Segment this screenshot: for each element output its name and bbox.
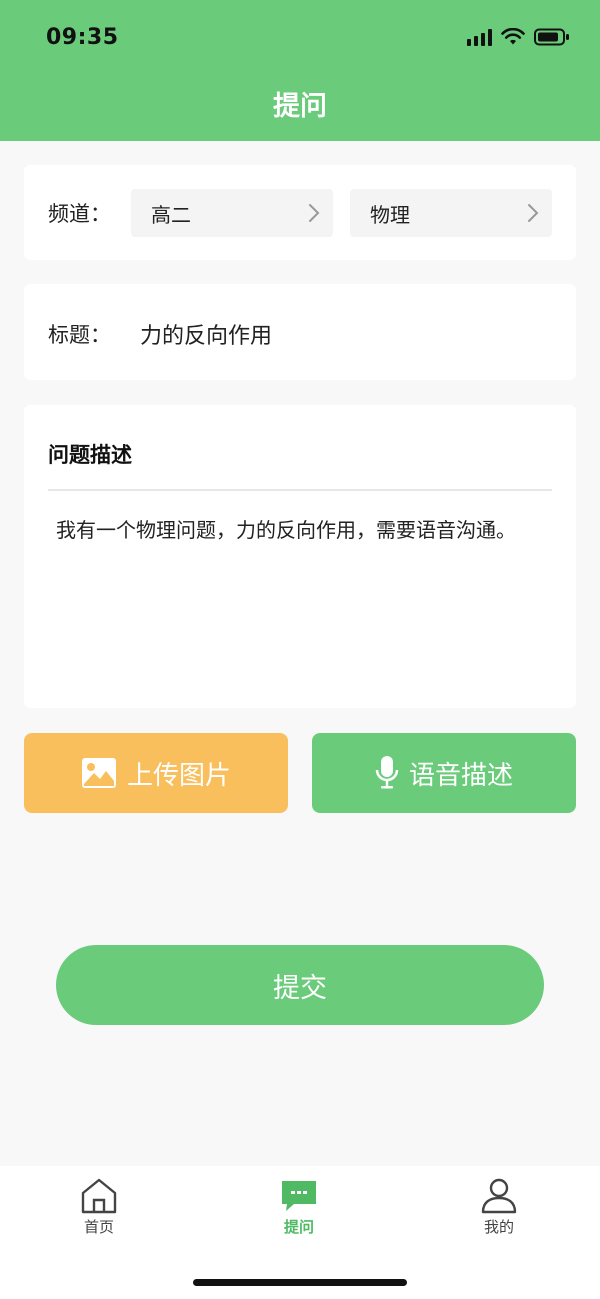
description-card: 问题描述 我有一个物理问题，力的反向作用，需要语音沟通。: [24, 405, 576, 708]
tab-mine[interactable]: 我的: [449, 1178, 549, 1237]
home-icon: [81, 1178, 117, 1214]
channel-label: 频道：: [48, 202, 111, 226]
voice-description-button[interactable]: 语音描述: [312, 733, 576, 813]
subject-picker[interactable]: 物理: [350, 189, 552, 237]
image-icon: [81, 758, 116, 788]
subject-value: 物理: [370, 202, 410, 227]
title-input[interactable]: 力的反向作用: [140, 318, 272, 350]
tab-ask[interactable]: 提问: [249, 1178, 349, 1237]
grade-value: 高二: [151, 202, 191, 227]
chat-icon: [282, 1181, 316, 1211]
chevron-right-icon: [528, 204, 539, 222]
tab-mine-label: 我的: [483, 1218, 514, 1236]
description-heading: 问题描述: [48, 443, 132, 467]
divider: [48, 489, 552, 491]
voice-description-label: 语音描述: [408, 760, 513, 791]
submit-label: 提交: [273, 972, 327, 1004]
microphone-icon: [375, 756, 399, 789]
submit-button[interactable]: 提交: [56, 945, 544, 1025]
battery-icon: [534, 28, 569, 46]
user-icon: [481, 1178, 517, 1214]
status-time: 09:35: [46, 25, 119, 50]
title-card: 标题： 力的反向作用: [24, 284, 576, 380]
chevron-right-icon: [309, 204, 320, 222]
grade-picker[interactable]: 高二: [131, 189, 333, 237]
header: 09:35 提问: [0, 0, 600, 141]
tab-ask-label: 提问: [283, 1218, 314, 1236]
upload-image-button[interactable]: 上传图片: [24, 733, 288, 813]
tab-home-label: 首页: [83, 1218, 114, 1236]
page-title: 提问: [273, 91, 327, 122]
wifi-icon: [501, 28, 525, 45]
status-icons: [467, 28, 570, 46]
home-indicator: [193, 1279, 407, 1286]
signal-icon: [467, 28, 492, 46]
channel-card: 频道： 高二 物理: [24, 165, 576, 260]
description-textarea[interactable]: 我有一个物理问题，力的反向作用，需要语音沟通。: [56, 515, 536, 545]
upload-image-label: 上传图片: [126, 760, 231, 791]
tab-home[interactable]: 首页: [49, 1178, 149, 1237]
title-label: 标题：: [48, 323, 111, 347]
